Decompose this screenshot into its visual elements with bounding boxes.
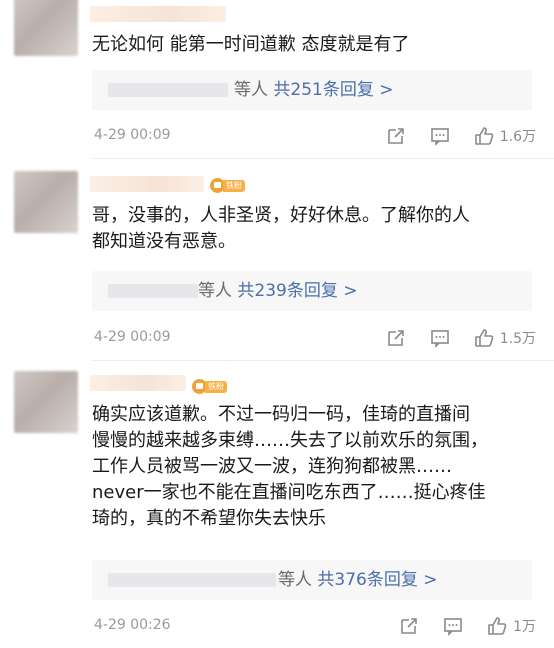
like-count: 1.6万 [499,129,536,145]
like-button[interactable]: 1万 [487,616,536,636]
comment-button[interactable] [430,328,450,348]
replier-names [108,284,198,298]
username[interactable] [90,176,204,192]
replies-count[interactable]: 共251条回复 > [273,80,393,100]
replies-link[interactable]: 等人 共376条回复 > [92,560,532,600]
share-icon [387,330,404,346]
replies-count[interactable]: 共239条回复 > [237,281,357,301]
fan-badge-label: 铁粉 [223,180,245,192]
thumbs-up-icon [488,617,507,635]
replies-prefix: 等人 [198,281,232,301]
avatar[interactable] [14,371,78,433]
like-count: 1万 [513,619,536,635]
comment-time: 4-29 00:09 [94,127,171,143]
comment-button[interactable] [430,126,450,146]
replies-prefix: 等人 [234,80,268,100]
replies-link[interactable]: 等人 共251条回复 > [92,70,532,110]
username[interactable] [90,6,226,22]
comment-time: 4-29 00:26 [94,617,171,633]
replier-names [108,573,276,587]
replies-summary: 等人 共376条回复 > [278,569,438,591]
comment-text: 无论如何 能第一时间道歉 态度就是有了 [92,34,410,55]
comment-actions: 1.6万 [386,124,536,148]
comment-text: 哥，没事的，人非圣贤，好好休息。了解你的人 都知道没有恶意。 [92,205,470,252]
divider [92,360,554,361]
replies-link[interactable]: 等人 共239条回复 > [92,271,532,311]
comment-icon [430,128,449,146]
fan-badge: 铁粉 [192,379,232,395]
comment-actions: 1.5万 [386,326,536,350]
share-icon [387,128,404,144]
comment-actions: 1万 [399,614,536,638]
comment-time: 4-29 00:09 [94,329,171,345]
comment-button[interactable] [443,616,463,636]
replies-summary: 等人 共251条回复 > [234,79,394,101]
fan-badge-label: 铁粉 [205,381,227,393]
replies-summary: 等人 共239条回复 > [198,280,358,302]
replies-prefix: 等人 [278,570,312,590]
share-button[interactable] [386,328,406,348]
like-button[interactable]: 1.5万 [474,328,536,348]
share-icon [401,618,417,634]
avatar[interactable] [14,0,78,56]
fan-badge: 铁粉 [210,178,250,194]
comment-icon [430,330,449,348]
share-button[interactable] [399,616,419,636]
thumbs-up-icon [474,127,494,145]
divider [92,158,554,159]
username[interactable] [90,375,186,391]
replier-names [108,83,228,97]
avatar[interactable] [14,171,78,233]
share-button[interactable] [386,126,406,146]
like-button[interactable]: 1.6万 [474,126,536,146]
thumbs-up-icon [474,329,494,347]
comment-text: 确实应该道歉。不过一码归一码，佳琦的直播间 慢慢的越来越多束缚……失去了以前欢乐… [92,404,488,529]
like-count: 1.5万 [499,331,536,347]
comment-icon [444,618,462,636]
replies-count[interactable]: 共376条回复 > [317,570,437,590]
